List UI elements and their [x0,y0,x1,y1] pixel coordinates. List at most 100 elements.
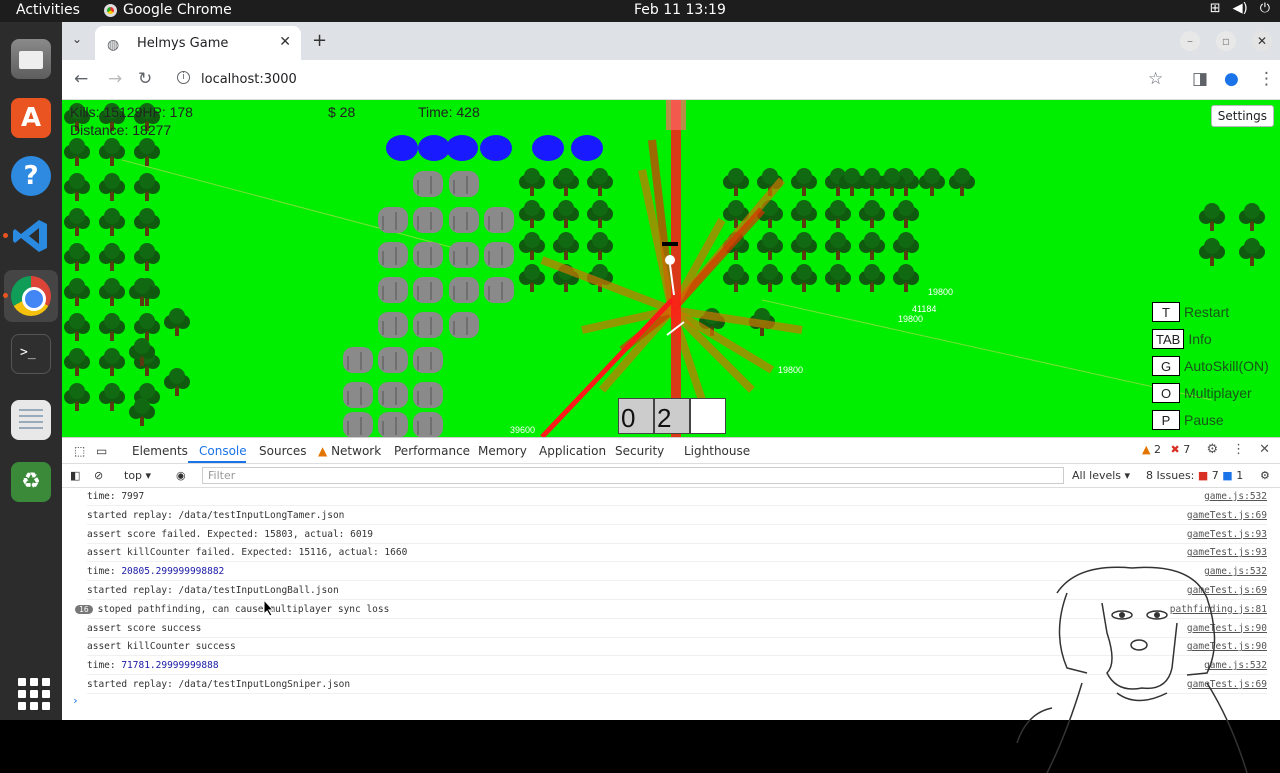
new-tab-icon[interactable]: + [312,30,327,51]
tab-network[interactable]: ▲ Network [318,444,381,458]
tree-trunk [75,296,79,306]
site-info-icon[interactable]: i [177,71,190,84]
tree-canopy [69,173,85,189]
activities-button[interactable]: Activities [16,2,80,18]
console-filter-bar: ◧ ⊘ top ▾ ◉ Filter All levels ▾ 8 Issues… [62,464,1280,488]
close-devtools-icon[interactable]: ✕ [1259,442,1270,457]
vscode-icon[interactable] [3,216,51,256]
bookmark-star-icon[interactable]: ☆ [1148,69,1163,89]
keyhint-restart[interactable]: T Restart [1152,302,1229,324]
enemy-blob [446,135,478,161]
enemy-blob [571,135,603,161]
inspect-icon[interactable]: ⬚ [74,444,85,458]
tab-application[interactable]: Application [539,444,606,458]
chrome-icon[interactable] [3,276,51,316]
tree-trunk [110,226,114,236]
tree-trunk [110,296,114,306]
source-link[interactable]: game.js:532 [1204,491,1267,502]
tree-canopy [796,200,812,216]
console-message: assert score success [87,623,201,634]
context-value: top [124,469,143,482]
forward-icon[interactable]: → [108,69,122,89]
minimize-icon[interactable]: – [1180,31,1200,51]
context-select[interactable]: top ▾ [124,469,151,482]
tree-canopy [104,243,120,259]
menu-kebab-icon[interactable]: ⋮ [1258,69,1275,89]
console-filter-input[interactable]: Filter [202,467,1064,484]
issues-link[interactable]: 8 Issues: ■ 7 ■ 1 [1146,469,1243,482]
tab-memory[interactable]: Memory [478,444,527,458]
settings-button[interactable]: Settings [1210,105,1274,127]
reload-icon[interactable]: ↻ [138,69,152,89]
tree-canopy [134,398,150,414]
tree-canopy [864,232,880,248]
help-icon[interactable]: ? [11,156,51,196]
devtools-tabs: ⬚ ▭ Elements Console Sources ▲ Network P… [62,438,1280,464]
side-panel-icon[interactable]: ◨ [1192,69,1208,89]
laser-beam [540,256,674,314]
error-icon: ■ [1197,469,1209,482]
tree-canopy [864,168,880,184]
source-link[interactable]: gameTest.js:93 [1187,547,1267,558]
maximize-icon[interactable]: ▫ [1216,31,1236,51]
tree-trunk [110,191,114,201]
address-bar[interactable]: i localhost:3000 [165,65,1165,95]
system-tray[interactable]: ⊞ ◀) ⏻ [1210,1,1270,16]
clear-console-icon[interactable]: ⊘ [94,469,103,482]
tab-lighthouse[interactable]: Lighthouse [684,444,750,458]
tab-security[interactable]: Security [615,444,664,458]
more-icon[interactable]: ⋮ [1232,442,1245,457]
tree-trunk [836,218,840,228]
close-tab-icon[interactable]: ✕ [279,34,291,50]
tree-canopy [104,383,120,399]
sidebar-toggle-icon[interactable]: ◧ [70,469,80,482]
keyhint-pause[interactable]: P Pause [1152,410,1224,432]
console-prompt[interactable]: › [72,694,79,707]
terminal-icon[interactable]: >_ [11,334,51,374]
device-toolbar-icon[interactable]: ▭ [96,444,107,458]
tree-trunk [870,186,874,196]
tree-canopy [762,264,778,280]
console-settings-icon[interactable]: ⚙ [1260,469,1270,482]
issue-counters[interactable]: ▲ 2 ✖ 7 [1142,443,1190,456]
tree-trunk [110,156,114,166]
chrome-window: ⌄ ◍ Helmys Game ✕ + – ▫ ✕ ← → ↻ i localh… [62,22,1280,773]
tree-trunk [110,261,114,271]
key-g: G [1152,356,1180,376]
close-window-icon[interactable]: ✕ [1252,31,1272,51]
source-link[interactable]: gameTest.js:93 [1187,529,1267,540]
app-menu[interactable]: Google Chrome [104,2,232,18]
show-apps-icon[interactable] [11,672,51,712]
tab-network-label: Network [331,444,382,458]
tree-canopy [954,168,970,184]
tab-performance[interactable]: Performance [394,444,470,458]
log-levels-select[interactable]: All levels ▾ [1072,469,1130,482]
tab-elements[interactable]: Elements [132,444,188,458]
tab-sources[interactable]: Sources [259,444,306,458]
text-editor-icon[interactable] [11,400,51,440]
hud-kills-hp: Kills: 15129HP: 178 [70,104,193,120]
game-canvas[interactable]: 19800 41184 19800 19800 39600 Kills: 15129HP… [62,100,1280,437]
profile-icon[interactable]: ● [1224,69,1239,89]
warning-count: 2 [1153,443,1161,456]
keyhint-info[interactable]: TAB Info [1152,329,1212,351]
trash-icon[interactable]: ♻ [11,462,51,502]
tree-canopy [139,173,155,189]
tree-canopy [104,278,120,294]
files-icon[interactable] [11,39,51,79]
console-text: stoped pathfinding, can cause multiplaye… [97,603,390,615]
eye-icon[interactable]: ◉ [176,469,186,482]
keyhint-autoskill[interactable]: G AutoSkill(ON) [1152,356,1269,378]
tab-helmys-game[interactable]: ◍ Helmys Game ✕ [95,26,301,60]
clock[interactable]: Feb 11 13:19 [634,2,726,18]
console-text: assert score success [87,622,202,634]
tab-search-icon[interactable]: ⌄ [72,32,82,46]
keyhint-label: Info [1188,331,1212,347]
tab-console[interactable]: Console [199,444,247,458]
keyhint-multiplayer[interactable]: O Multiplayer [1152,383,1252,405]
back-icon[interactable]: ← [74,69,88,89]
source-link[interactable]: gameTest.js:69 [1187,510,1267,521]
gear-icon[interactable]: ⚙ [1206,442,1218,457]
tree-canopy [69,278,85,294]
app-store-icon[interactable]: A [11,98,51,138]
